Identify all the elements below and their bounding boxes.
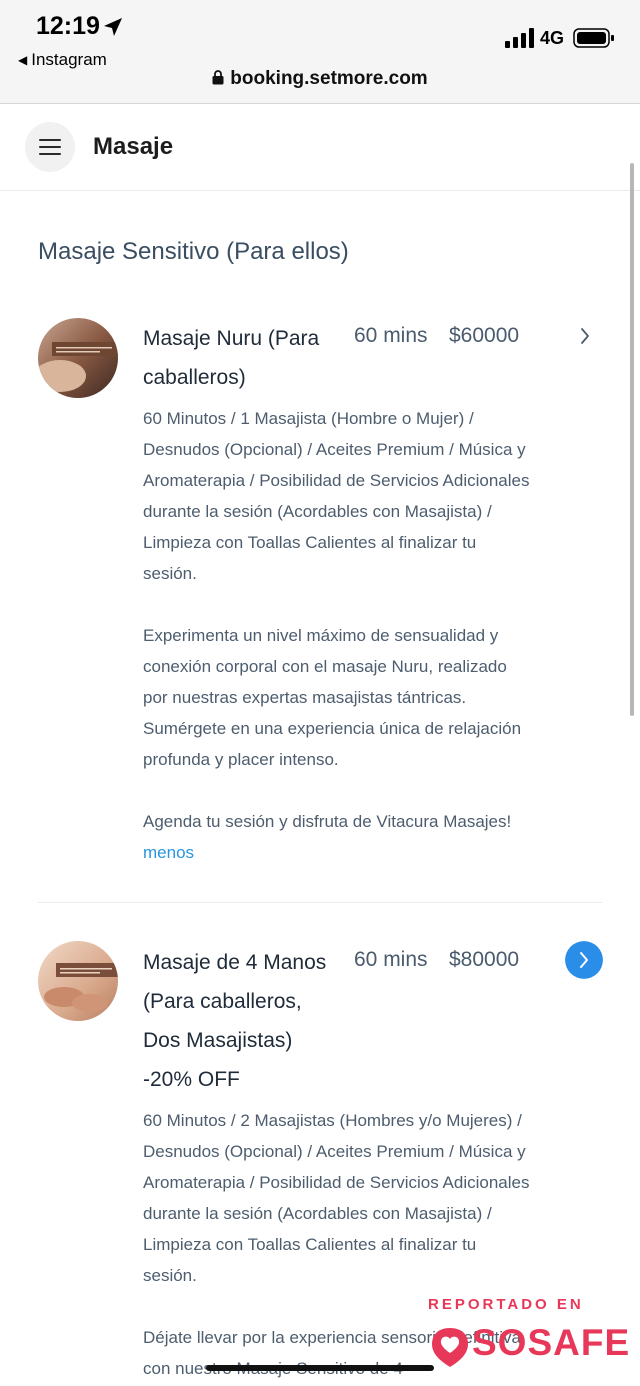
network-type: 4G: [540, 28, 565, 48]
menu-icon-line: [39, 139, 61, 141]
menu-icon-line: [39, 153, 61, 155]
description-paragraph: 60 Minutos / 2 Masajistas (Hombres y/o M…: [143, 1111, 530, 1285]
service-divider: [38, 902, 602, 903]
url-text: booking.setmore.com: [230, 68, 428, 89]
watermark-caption: REPORTADO EN: [428, 1296, 584, 1313]
service-name[interactable]: Masaje Nuru (Para caballeros): [143, 319, 338, 397]
show-less-link[interactable]: menos: [143, 843, 194, 862]
back-triangle-icon: ◀: [18, 53, 28, 67]
page-scrollbar[interactable]: [630, 163, 634, 716]
browser-chrome: 12:19 ◀ Instagram 4G booking.setmore.com: [0, 0, 640, 104]
service-price: $80000: [449, 948, 520, 971]
service-thumbnail: [38, 318, 118, 398]
home-indicator[interactable]: [206, 1365, 434, 1371]
menu-button[interactable]: [25, 122, 75, 172]
cellular-signal-icon: [505, 28, 534, 48]
location-arrow-icon: [104, 18, 122, 36]
lock-icon: [212, 70, 224, 85]
service-name[interactable]: Masaje de 4 Manos (Para caballeros, Dos …: [143, 943, 338, 1099]
battery-icon: [573, 28, 614, 48]
watermark-brand: SOSAFE: [472, 1322, 631, 1363]
category-title: Masaje Sensitivo (Para ellos): [38, 238, 349, 265]
description-paragraph: 60 Minutos / 1 Masajista (Hombre o Mujer…: [143, 409, 530, 583]
back-to-app-link[interactable]: ◀ Instagram: [18, 50, 107, 70]
sosafe-logo-icon: [432, 1328, 468, 1367]
service-description: 60 Minutos / 1 Masajista (Hombre o Mujer…: [143, 403, 533, 868]
description-text: Agenda tu sesión y disfruta de Vitacura …: [143, 812, 512, 831]
status-time: 12:19: [36, 12, 100, 40]
service-thumbnail: [38, 941, 118, 1021]
service-duration: 60 mins: [354, 948, 428, 971]
service-duration: 60 mins: [354, 324, 428, 347]
app-header: Masaje: [0, 105, 640, 191]
service-price: $60000: [449, 324, 520, 347]
back-app-label: Instagram: [31, 50, 107, 69]
description-paragraph: Agenda tu sesión y disfruta de Vitacura …: [143, 806, 533, 868]
description-paragraph: Experimenta un nivel máximo de sensualid…: [143, 626, 522, 769]
address-bar[interactable]: booking.setmore.com: [0, 68, 640, 90]
chevron-right-icon[interactable]: [565, 941, 603, 979]
page-title: Masaje: [93, 133, 174, 160]
chevron-right-icon[interactable]: [566, 317, 604, 355]
menu-icon-line: [39, 146, 61, 148]
